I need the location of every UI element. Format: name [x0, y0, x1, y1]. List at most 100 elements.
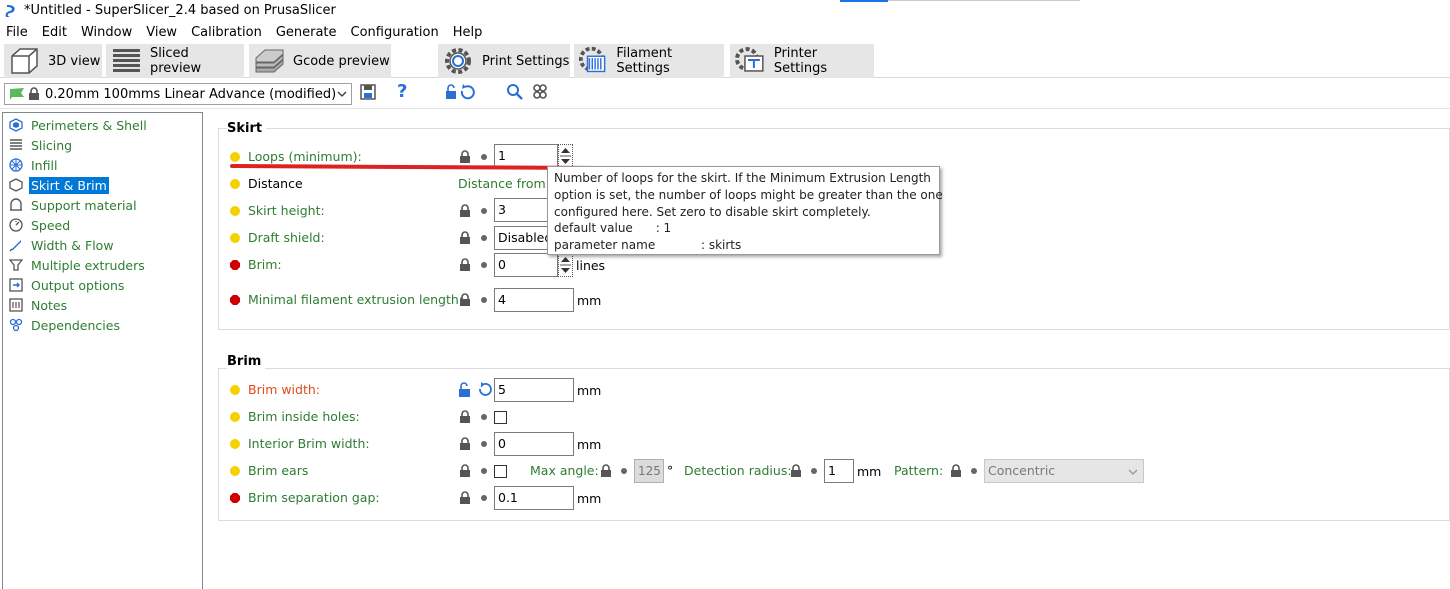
tab-label: Printer Settings	[773, 46, 828, 76]
sidebar-item-skirt-brim[interactable]: Skirt & Brim	[9, 175, 109, 195]
sidebar-item-slicing[interactable]: Slicing	[9, 135, 74, 155]
basic-mode-dot-icon	[230, 179, 240, 189]
skirt-loops-input[interactable]: 1	[494, 144, 558, 168]
lock-icon[interactable]	[459, 150, 471, 164]
unlock-revert-icon[interactable]	[445, 83, 477, 101]
preset-toolbar: 0.20mm 100mms Linear Advance (modified) …	[0, 79, 1450, 109]
speed-icon	[9, 218, 23, 232]
brim-width-label: Brim width:	[248, 382, 321, 397]
expert-mode-dot-icon	[230, 493, 240, 503]
sidebar-item-label: Slicing	[31, 137, 73, 153]
sidebar-item-speed[interactable]: Speed	[9, 215, 72, 235]
sidebar-item-label: Speed	[31, 217, 71, 233]
sidebar-item-label: Infill	[31, 157, 58, 173]
lock-icon[interactable]	[600, 464, 612, 478]
expert-mode-dot-icon	[230, 260, 240, 270]
output-icon	[9, 278, 23, 292]
main-tab-bar: 3D view Sliced preview Gcode preview Pri…	[0, 42, 1450, 78]
skirt-loops-spinner[interactable]	[558, 144, 573, 168]
sidebar-item-label: Support material	[31, 197, 137, 213]
tab-gcode-preview[interactable]: Gcode preview	[249, 44, 391, 78]
title-bar: *Untitled - SuperSlicer_2.4 based on Pru…	[0, 0, 1450, 22]
menu-file[interactable]: File	[6, 22, 28, 42]
tab-sliced-preview[interactable]: Sliced preview	[106, 44, 244, 78]
brim-width-input[interactable]: 5	[494, 378, 574, 402]
skirt-brim-input[interactable]: 0	[494, 253, 558, 277]
sidebar-item-infill[interactable]: Infill	[9, 155, 59, 175]
skirt-brim-spinner[interactable]	[558, 253, 573, 277]
gcode-layers-icon	[255, 49, 284, 73]
sidebar-item-notes[interactable]: Notes	[9, 295, 69, 315]
lock-icon[interactable]	[459, 204, 471, 218]
tooltip-line: parameter name : skirts	[554, 238, 742, 253]
lock-icon[interactable]	[459, 231, 471, 245]
system-value-bullet-icon	[971, 468, 977, 474]
slicing-icon	[10, 139, 22, 150]
dependencies-icon	[9, 318, 23, 332]
tab-label: Gcode preview	[293, 53, 390, 69]
loops-tooltip: Number of loops for the skirt. If the Mi…	[547, 166, 943, 255]
lock-icon[interactable]	[459, 437, 471, 451]
menu-help[interactable]: Help	[453, 22, 483, 42]
menu-generate[interactable]: Generate	[276, 22, 337, 42]
cube-icon	[11, 48, 38, 74]
search-icon[interactable]	[506, 83, 524, 101]
width-flow-icon	[9, 240, 21, 252]
compare-presets-icon[interactable]	[532, 83, 548, 101]
lock-icon[interactable]	[459, 410, 471, 424]
system-value-bullet-icon	[481, 414, 487, 420]
system-value-bullet-icon	[481, 208, 487, 214]
menu-edit[interactable]: Edit	[42, 22, 67, 42]
menu-configuration[interactable]: Configuration	[351, 22, 439, 42]
lock-icon[interactable]	[790, 464, 802, 478]
brim-ears-pattern-value: Concentric	[988, 463, 1056, 478]
sidebar-item-support[interactable]: Support material	[9, 195, 139, 215]
brim-ears-pattern-label: Pattern:	[894, 463, 944, 478]
brim-separation-gap-input[interactable]: 0.1	[494, 486, 574, 510]
menu-calibration[interactable]: Calibration	[191, 22, 262, 42]
sidebar-item-perimeters[interactable]: Perimeters & Shell	[9, 115, 149, 135]
unlock-icon[interactable]	[458, 382, 472, 398]
system-value-bullet-icon	[811, 468, 817, 474]
interior-brim-width-input[interactable]: 0	[494, 432, 574, 456]
revert-arrow-icon[interactable]	[476, 381, 492, 398]
brim-ears-checkbox[interactable]	[494, 465, 507, 478]
lock-icon[interactable]	[459, 464, 471, 478]
tab-filament-settings[interactable]: Filament Settings	[574, 44, 724, 78]
lock-icon[interactable]	[459, 258, 471, 272]
window-title: *Untitled - SuperSlicer_2.4 based on Pru…	[24, 3, 336, 18]
brim-ears-pattern-select[interactable]: Concentric	[984, 459, 1144, 483]
sidebar-item-output-options[interactable]: Output options	[9, 275, 126, 295]
brim-separation-gap-unit: mm	[577, 491, 602, 506]
sidebar-item-dependencies[interactable]: Dependencies	[9, 315, 122, 335]
help-icon[interactable]: ?	[397, 81, 407, 102]
sidebar-item-width-flow[interactable]: Width & Flow	[9, 235, 116, 255]
interior-brim-width-label: Interior Brim width:	[248, 436, 370, 451]
lock-icon[interactable]	[950, 464, 962, 478]
sidebar-item-multiple-extruders[interactable]: Multiple extruders	[9, 255, 147, 275]
brim-group-title: Brim	[227, 354, 266, 369]
brim-ears-detection-radius-input[interactable]: 1	[824, 459, 854, 483]
tab-3d-view[interactable]: 3D view	[4, 44, 102, 78]
lock-icon[interactable]	[459, 293, 471, 307]
min-extrusion-length-input[interactable]: 4	[494, 288, 574, 312]
tab-printer-settings[interactable]: Printer Settings	[730, 44, 874, 78]
lock-icon[interactable]	[459, 491, 471, 505]
menu-window[interactable]: Window	[81, 22, 132, 42]
sidebar-item-label: Dependencies	[31, 317, 120, 333]
brim-inside-holes-checkbox[interactable]	[494, 411, 507, 424]
skirt-height-input[interactable]: 3	[494, 198, 554, 222]
tab-print-settings[interactable]: Print Settings	[438, 44, 570, 78]
brim-ears-detection-radius-unit: mm	[857, 464, 882, 479]
chevron-down-icon	[337, 91, 347, 97]
print-preset-select[interactable]: 0.20mm 100mms Linear Advance (modified)	[4, 83, 352, 105]
brim-ears-max-angle-input[interactable]: 125	[634, 459, 664, 483]
system-value-bullet-icon	[481, 297, 487, 303]
menu-view[interactable]: View	[146, 22, 177, 42]
min-extrusion-length-label: Minimal filament extrusion length:	[248, 292, 464, 307]
save-preset-icon[interactable]	[360, 83, 376, 101]
draft-shield-select[interactable]: Disabled	[494, 226, 554, 250]
skirt-height-label: Skirt height:	[248, 203, 325, 218]
skirt-distance-label: Distance	[248, 176, 303, 191]
basic-mode-dot-icon	[230, 206, 240, 216]
